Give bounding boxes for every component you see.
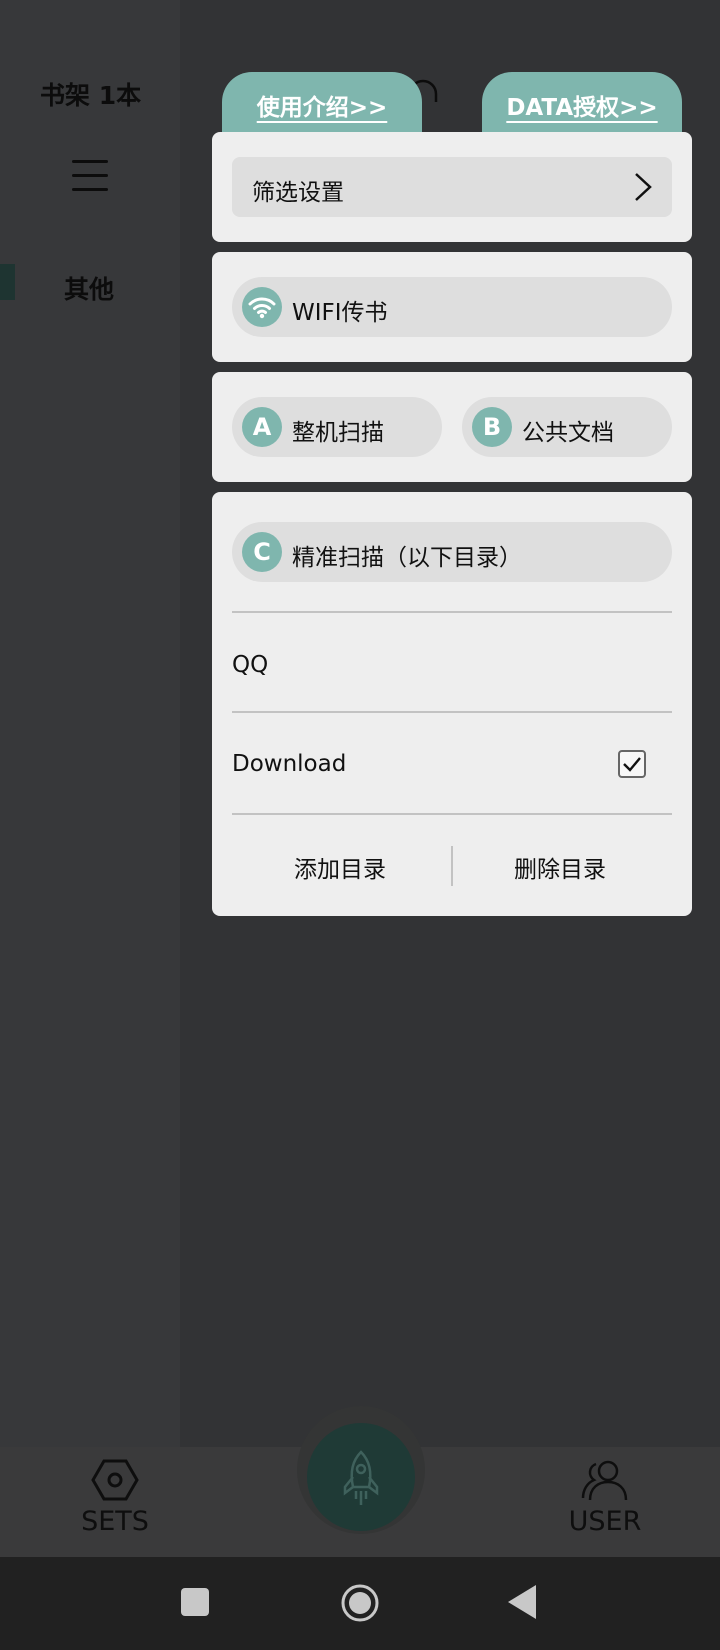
category-item-other[interactable]: 其他 (64, 270, 114, 306)
hexagon-settings-icon (91, 1459, 139, 1501)
scan-card: A 整机扫描 B 公共文档 (212, 372, 692, 482)
tab-data-auth-label: DATA授权>> (506, 95, 658, 121)
public-docs-label: 公共文档 (522, 420, 614, 446)
wifi-card: WIFI传书 (212, 252, 692, 362)
user-icon (581, 1460, 628, 1501)
filter-card: 筛选设置 (212, 132, 692, 242)
precise-scan-label: 精准扫描（以下目录） (292, 545, 522, 571)
divider (232, 611, 672, 613)
full-scan-label: 整机扫描 (292, 420, 384, 446)
divider (232, 813, 672, 815)
home-icon[interactable] (340, 1583, 380, 1623)
directory-item-download[interactable]: Download (232, 751, 346, 777)
checkmark-icon (623, 757, 641, 772)
filter-settings-label: 筛选设置 (252, 180, 344, 206)
nav-user[interactable]: USER (560, 1458, 650, 1537)
tab-intro[interactable]: 使用介绍>> (222, 72, 422, 134)
badge-c: C (242, 532, 282, 572)
rocket-icon (343, 1450, 379, 1505)
add-directory-button[interactable]: 添加目录 (294, 850, 386, 884)
wifi-transfer-label: WIFI传书 (292, 300, 388, 326)
badge-a: A (242, 407, 282, 447)
nav-sets-label: SETS (81, 1506, 149, 1537)
download-checkbox[interactable] (618, 750, 646, 778)
menu-icon[interactable] (72, 160, 108, 194)
tab-data-auth[interactable]: DATA授权>> (482, 72, 682, 134)
tab-intro-label: 使用介绍>> (256, 95, 388, 121)
nav-sets[interactable]: SETS (70, 1458, 160, 1537)
precise-scan-button[interactable]: C 精准扫描（以下目录） (232, 522, 672, 582)
category-sidebar (0, 0, 180, 1447)
nav-user-label: USER (568, 1506, 642, 1537)
recents-icon[interactable] (181, 1588, 209, 1616)
rocket-button[interactable] (307, 1423, 415, 1531)
full-scan-button[interactable]: A 整机扫描 (232, 397, 442, 457)
wifi-badge (242, 287, 282, 327)
divider (232, 711, 672, 713)
shelf-title: 书架 1本 (40, 81, 142, 110)
chevron-right-icon (635, 173, 652, 201)
directory-item-qq[interactable]: QQ (232, 652, 268, 678)
public-docs-button[interactable]: B 公共文档 (462, 397, 672, 457)
wifi-icon (248, 297, 276, 319)
back-icon[interactable] (508, 1585, 538, 1619)
category-selected-marker (0, 264, 15, 300)
badge-b: B (472, 407, 512, 447)
vertical-separator (451, 846, 453, 886)
filter-settings-button[interactable]: 筛选设置 (232, 157, 672, 217)
wifi-transfer-button[interactable]: WIFI传书 (232, 277, 672, 337)
delete-directory-button[interactable]: 删除目录 (514, 850, 606, 884)
